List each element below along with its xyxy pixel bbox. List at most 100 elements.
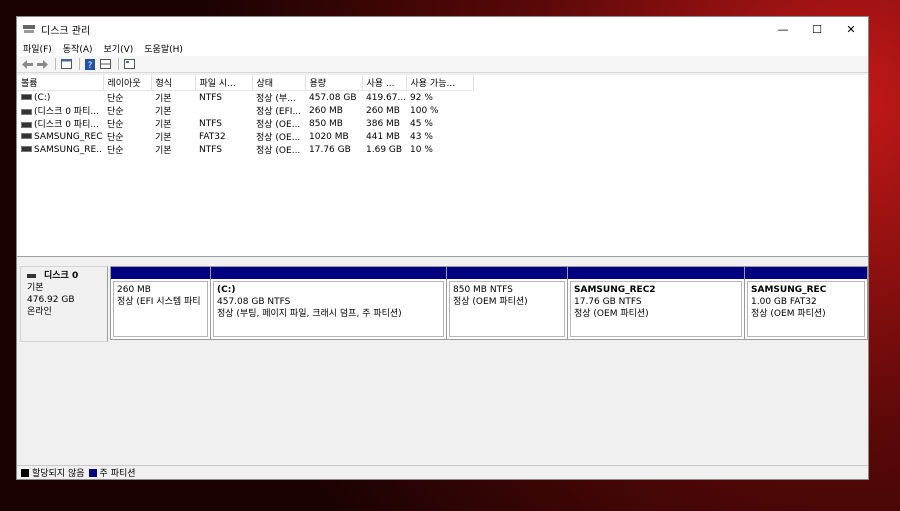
column-header-percent-free[interactable]: 사용 가능... xyxy=(406,75,474,91)
properties-icon[interactable] xyxy=(60,59,72,70)
volume-status: 정상 (OE... xyxy=(256,120,301,130)
disk-size: 476.92 GB xyxy=(27,295,75,305)
primary-partition-bar xyxy=(745,267,867,279)
volume-free-space: 419.67... xyxy=(366,92,406,103)
close-button[interactable]: ✕ xyxy=(834,17,868,41)
volume-list-pane[interactable]: 볼륨 레이아웃 형식 파일 시... 상태 용량 사용 ... 사용 가능...… xyxy=(17,75,868,257)
volume-capacity: 457.08 GB xyxy=(309,92,357,103)
table-row[interactable]: (디스크 0 파티... 단순 기본 정상 (EFI... 260 MB 260… xyxy=(17,104,473,117)
column-header-status[interactable]: 상태 xyxy=(252,75,306,91)
partition-size: 1.00 GB FAT32 xyxy=(751,297,817,307)
partition-samsung-rec2[interactable]: SAMSUNG_REC2 17.76 GB NTFS 정상 (OEM 파티션) xyxy=(568,267,745,339)
menu-action[interactable]: 동작(A) xyxy=(63,42,93,55)
partition-samsung-rec[interactable]: SAMSUNG_REC 1.00 GB FAT32 정상 (OEM 파티션) xyxy=(745,267,867,339)
refresh-icon[interactable] xyxy=(123,59,135,70)
help-icon[interactable]: ? xyxy=(84,58,96,70)
back-icon[interactable] xyxy=(21,59,33,70)
partition-efi[interactable]: 260 MB 정상 (EFI 시스템 파티 xyxy=(111,267,211,339)
toolbar-separator xyxy=(79,58,80,70)
volume-percent-free: 92 % xyxy=(410,92,433,103)
volume-name: SAMSUNG_RE... xyxy=(34,144,103,155)
primary-partition-legend-swatch xyxy=(88,468,97,477)
volume-type: 기본 xyxy=(155,107,172,117)
svg-text:?: ? xyxy=(88,61,93,70)
table-row[interactable]: SAMSUNG_REC 단순 기본 FAT32 정상 (OE... 1020 M… xyxy=(17,130,473,143)
primary-partition-bar xyxy=(447,267,567,279)
view-icon[interactable] xyxy=(99,59,111,70)
volume-filesystem: NTFS xyxy=(199,144,222,155)
partition-status: 정상 (부팅, 페이지 파일, 크래시 덤프, 주 파티션) xyxy=(217,309,402,319)
table-header-row: 볼륨 레이아웃 형식 파일 시... 상태 용량 사용 ... 사용 가능... xyxy=(17,75,474,91)
volume-icon xyxy=(21,133,32,139)
volume-free-space: 386 MB xyxy=(366,118,400,129)
volume-icon xyxy=(21,108,32,115)
volume-layout: 단순 xyxy=(107,94,124,104)
disk-graphical-pane[interactable]: 디스크 0 기본 476.92 GB 온라인 260 MB 정상 (EFI 시스… xyxy=(17,257,868,457)
volume-type: 기본 xyxy=(155,146,172,156)
volume-status: 정상 (OE... xyxy=(256,146,301,156)
partition-strip: 260 MB 정상 (EFI 시스템 파티 (C:) 457.08 GB NTF… xyxy=(110,266,868,340)
table-row[interactable]: (디스크 0 파티... 단순 기본 NTFS 정상 (OE... 850 MB… xyxy=(17,117,473,130)
partition-c[interactable]: (C:) 457.08 GB NTFS 정상 (부팅, 페이지 파일, 크래시 … xyxy=(211,267,447,339)
partition-size: 457.08 GB NTFS xyxy=(217,297,291,307)
maximize-button[interactable]: ☐ xyxy=(800,17,834,41)
column-header-free-space[interactable]: 사용 ... xyxy=(362,75,407,91)
volume-table: 볼륨 레이아웃 형식 파일 시... 상태 용량 사용 ... 사용 가능...… xyxy=(17,75,474,156)
table-row[interactable]: (C:) 단순 기본 NTFS 정상 (부... 457.08 GB 419.6… xyxy=(17,91,473,104)
volume-filesystem: NTFS xyxy=(199,118,222,129)
volume-icon xyxy=(21,94,32,100)
volume-status: 정상 (OE... xyxy=(256,133,301,143)
column-header-volume[interactable]: 볼륨 xyxy=(17,75,104,91)
volume-status: 정상 (부... xyxy=(256,94,296,104)
column-header-layout[interactable]: 레이아웃 xyxy=(103,75,152,91)
partition-size: 17.76 GB NTFS xyxy=(574,297,642,307)
volume-type: 기본 xyxy=(155,94,172,104)
legend-bar: 할당되지 않음 주 파티션 xyxy=(17,465,868,479)
volume-free-space: 260 MB xyxy=(366,105,400,116)
volume-name: (디스크 0 파티... xyxy=(34,107,99,117)
volume-type: 기본 xyxy=(155,120,172,130)
volume-percent-free: 10 % xyxy=(410,144,433,155)
volume-type: 기본 xyxy=(155,133,172,143)
menu-view[interactable]: 보기(V) xyxy=(104,42,134,55)
volume-capacity: 850 MB xyxy=(309,118,343,129)
disk-management-window: 디스크 관리 — ☐ ✕ 파일(F) 동작(A) 보기(V) 도움말(H) ? xyxy=(16,16,869,480)
volume-free-space: 1.69 GB xyxy=(366,144,403,155)
toolbar-separator xyxy=(118,58,119,70)
column-header-capacity[interactable]: 용량 xyxy=(305,75,363,91)
volume-capacity: 260 MB xyxy=(309,105,343,116)
title-bar[interactable]: 디스크 관리 — ☐ ✕ xyxy=(17,17,868,41)
volume-name: (디스크 0 파티... xyxy=(34,120,99,130)
primary-partition-bar xyxy=(111,267,210,279)
volume-layout: 단순 xyxy=(107,120,124,130)
column-header-type[interactable]: 형식 xyxy=(151,75,196,91)
partition-name: SAMSUNG_REC2 xyxy=(574,285,656,295)
disk-status: 온라인 xyxy=(27,307,52,317)
menu-bar: 파일(F) 동작(A) 보기(V) 도움말(H) xyxy=(17,41,868,56)
volume-filesystem: NTFS xyxy=(199,92,222,103)
primary-partition-legend-label: 주 파티션 xyxy=(99,469,136,479)
volume-percent-free: 43 % xyxy=(410,131,433,142)
partition-name: (C:) xyxy=(217,285,236,295)
volume-layout: 단순 xyxy=(107,146,124,156)
table-row[interactable]: SAMSUNG_RE... 단순 기본 NTFS 정상 (OE... 17.76… xyxy=(17,143,473,156)
volume-percent-free: 45 % xyxy=(410,118,433,129)
menu-help[interactable]: 도움말(H) xyxy=(144,42,183,55)
disk-name: 디스크 0 xyxy=(44,271,79,281)
unallocated-legend-swatch xyxy=(21,468,29,477)
volume-filesystem xyxy=(195,104,252,117)
disk-type: 기본 xyxy=(27,283,44,293)
column-header-filesystem[interactable]: 파일 시... xyxy=(195,75,253,91)
partition-oem[interactable]: 850 MB NTFS 정상 (OEM 파티션) xyxy=(447,267,568,339)
toolbar: ? xyxy=(17,56,868,73)
minimize-button[interactable]: — xyxy=(766,17,800,41)
volume-free-space: 441 MB xyxy=(366,131,400,142)
forward-icon[interactable] xyxy=(36,59,48,70)
toolbar-separator xyxy=(55,58,56,70)
disk-info[interactable]: 디스크 0 기본 476.92 GB 온라인 xyxy=(20,266,108,342)
disk-row: 디스크 0 기본 476.92 GB 온라인 260 MB 정상 (EFI 시스… xyxy=(20,266,868,342)
menu-file[interactable]: 파일(F) xyxy=(23,42,52,55)
window-title: 디스크 관리 xyxy=(41,25,91,37)
partition-status: 정상 (OEM 파티션) xyxy=(453,297,528,307)
unallocated-legend-label: 할당되지 않음 xyxy=(32,469,85,479)
